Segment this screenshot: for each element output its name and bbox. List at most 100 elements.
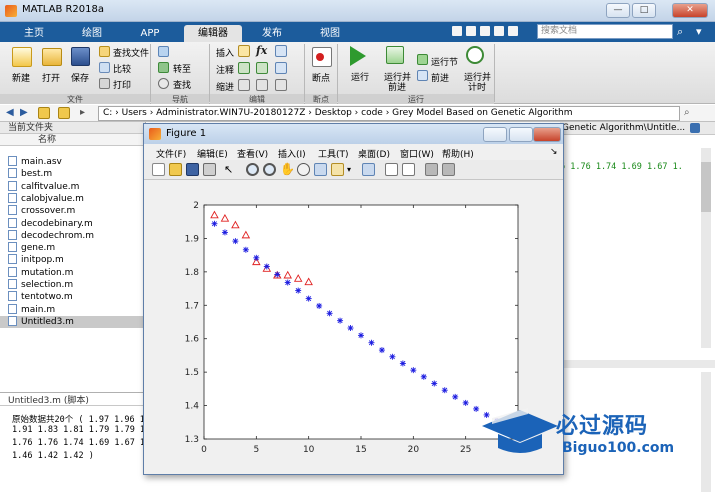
column-header-name[interactable]: 名称 xyxy=(0,134,145,146)
run-section-button[interactable]: 运行节 xyxy=(431,55,458,68)
brush-dropdown-icon[interactable]: ▾ xyxy=(347,165,351,174)
insert-section-icon[interactable] xyxy=(238,45,250,57)
forward-arrow-icon[interactable]: ▶ xyxy=(20,107,28,118)
link-plot-icon[interactable] xyxy=(362,163,375,176)
advance-button[interactable]: 前进 xyxy=(431,71,449,84)
run-and-advance-button-line2[interactable]: 前进 xyxy=(388,80,406,93)
file-item[interactable]: decodebinary.m xyxy=(8,217,93,230)
run-section-icon[interactable] xyxy=(417,54,428,65)
minimize-button[interactable]: — xyxy=(606,3,630,18)
copy-quick-icon[interactable] xyxy=(480,26,490,36)
goto-icon[interactable] xyxy=(158,62,169,73)
menu-view[interactable]: 查看(V) xyxy=(237,147,268,160)
pan-hand-icon[interactable]: ✋ xyxy=(280,163,295,175)
menu-window[interactable]: 窗口(W) xyxy=(400,147,434,160)
insert-colorbar-icon[interactable] xyxy=(385,163,398,176)
new-icon[interactable] xyxy=(12,47,32,67)
advance-icon[interactable] xyxy=(417,70,428,81)
indent-button[interactable]: 缩进 xyxy=(216,80,234,93)
rotate-3d-icon[interactable] xyxy=(297,163,310,176)
open-button-label[interactable]: 打开 xyxy=(42,71,60,84)
file-item[interactable]: best.m xyxy=(8,168,52,180)
save-quick-icon[interactable] xyxy=(452,26,462,36)
back-arrow-icon[interactable]: ◀ xyxy=(6,107,14,118)
show-plot-tools-icon[interactable] xyxy=(442,163,455,176)
wrap-comments-icon[interactable] xyxy=(275,62,287,74)
breakpoints-icon[interactable] xyxy=(312,47,332,67)
comment-button[interactable]: 注释 xyxy=(216,63,234,76)
run-and-time-icon[interactable] xyxy=(466,46,484,64)
uncomment-icon[interactable] xyxy=(256,62,268,74)
path-search-icon[interactable]: ⌕ xyxy=(684,107,690,118)
menu-help[interactable]: 帮助(H) xyxy=(442,147,474,160)
file-item[interactable]: mutation.m xyxy=(8,266,73,279)
compare-icon[interactable] xyxy=(99,62,110,73)
browse-folder-icon[interactable] xyxy=(58,107,70,119)
increase-indent-icon[interactable] xyxy=(256,79,268,91)
open-folder-icon[interactable] xyxy=(42,48,62,66)
save-button-label[interactable]: 保存 xyxy=(71,71,89,84)
new-button-label[interactable]: 新建 xyxy=(12,71,30,84)
figure-minimize-button[interactable] xyxy=(483,127,507,142)
breakpoints-button[interactable]: 断点 xyxy=(312,71,330,84)
file-item[interactable]: crossover.m xyxy=(8,205,75,217)
editor-hscrollbar[interactable] xyxy=(560,360,715,368)
menu-tools[interactable]: 工具(T) xyxy=(318,147,349,160)
menu-insert[interactable]: 插入(I) xyxy=(278,147,306,160)
edit-plot-icon[interactable]: ↖ xyxy=(224,164,233,175)
file-item[interactable]: calobjvalue.m xyxy=(8,192,84,205)
cut-quick-icon[interactable] xyxy=(466,26,476,36)
insert-legend-icon[interactable] xyxy=(402,163,415,176)
find-button[interactable]: 查找 xyxy=(173,78,191,91)
run-button[interactable]: 运行 xyxy=(351,70,369,83)
find-files-button[interactable]: 查找文件 xyxy=(113,46,149,59)
insert-button[interactable]: 插入 xyxy=(216,46,234,59)
function-fx-icon[interactable]: fx xyxy=(256,44,267,57)
print-figure-icon[interactable] xyxy=(203,163,216,176)
save-icon[interactable] xyxy=(71,47,90,66)
tab-view[interactable]: 视图 xyxy=(304,25,356,42)
file-item[interactable]: initpop.m xyxy=(8,254,64,266)
axes-box[interactable] xyxy=(203,204,519,440)
tab-home[interactable]: 主页 xyxy=(8,25,60,42)
tab-editor[interactable]: 编辑器 xyxy=(184,25,242,42)
compare-button[interactable]: 比较 xyxy=(113,62,131,75)
editor-dock-icon[interactable] xyxy=(690,123,700,133)
smart-indent-icon[interactable] xyxy=(238,79,250,91)
run-and-advance-icon[interactable] xyxy=(386,46,404,64)
new-figure-icon[interactable] xyxy=(152,163,165,176)
find-files-icon[interactable] xyxy=(99,46,110,57)
data-cursor-icon[interactable] xyxy=(314,163,327,176)
print-icon[interactable] xyxy=(99,78,110,89)
menu-expand-icon[interactable]: ↘ xyxy=(550,147,558,157)
goto-button[interactable]: 转至 xyxy=(173,62,191,75)
file-item[interactable]: calfitvalue.m xyxy=(8,180,79,193)
file-item[interactable]: gene.m xyxy=(8,242,55,254)
file-item[interactable]: decodechrom.m xyxy=(8,229,94,242)
folder-nav-icon[interactable]: ▸ xyxy=(80,107,85,118)
tab-publish[interactable]: 发布 xyxy=(246,25,298,42)
redo-quick-icon[interactable] xyxy=(508,26,518,36)
figure-maximize-button[interactable] xyxy=(509,127,533,142)
comment-icon[interactable] xyxy=(238,62,250,74)
find-icon[interactable] xyxy=(158,78,169,89)
run-icon[interactable] xyxy=(350,46,366,66)
print-button[interactable]: 打印 xyxy=(113,78,131,91)
up-folder-icon[interactable] xyxy=(38,107,50,119)
tab-plots[interactable]: 绘图 xyxy=(66,25,118,42)
file-item[interactable]: tentotwo.m xyxy=(8,291,73,303)
help-dropdown-icon[interactable]: ▾ xyxy=(696,25,710,39)
zoom-in-icon[interactable] xyxy=(246,163,259,176)
file-item-selected[interactable]: Untitled3.m xyxy=(0,315,145,328)
close-button[interactable]: ✕ xyxy=(672,3,708,18)
figure-close-button[interactable] xyxy=(533,127,561,142)
decrease-indent-icon[interactable] xyxy=(275,79,287,91)
menu-edit[interactable]: 编辑(E) xyxy=(197,147,228,160)
brush-icon[interactable] xyxy=(331,163,344,176)
open-file-icon[interactable] xyxy=(169,163,182,176)
file-item[interactable]: main.asv xyxy=(8,156,62,168)
file-item[interactable]: selection.m xyxy=(8,279,73,291)
menu-file[interactable]: 文件(F) xyxy=(156,147,186,160)
hide-plot-tools-icon[interactable] xyxy=(425,163,438,176)
search-icon[interactable]: ⌕ xyxy=(677,25,691,39)
